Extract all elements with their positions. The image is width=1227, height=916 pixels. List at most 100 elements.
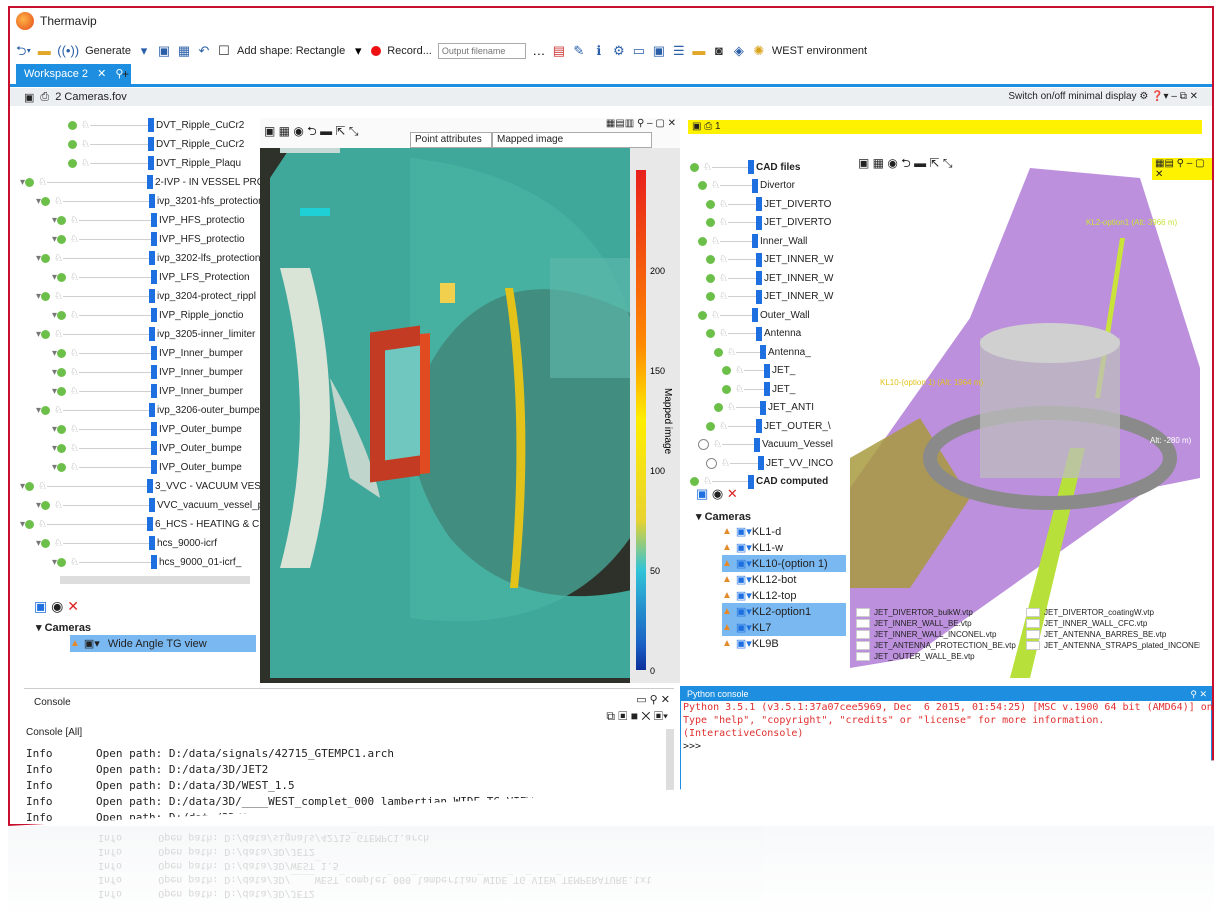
- visibility-icon[interactable]: [722, 384, 731, 394]
- rectangle-icon[interactable]: ☐: [217, 43, 231, 59]
- visibility-icon[interactable]: [706, 329, 715, 338]
- cad-tree-item[interactable]: ♘ JET_INNER_W: [706, 288, 833, 306]
- camera-item[interactable]: ▲ ▣▾ KL1-d: [722, 523, 846, 540]
- camera-item[interactable]: ▲ ▣▾ KL9B: [722, 635, 846, 652]
- tree-scrollbar[interactable]: [60, 576, 250, 584]
- delete-icon[interactable]: ✕: [727, 486, 738, 501]
- visibility-icon[interactable]: [68, 158, 77, 168]
- view-window-controls[interactable]: ▦▤▥ ⚲ – ▢ ✕: [606, 118, 676, 129]
- tree-item[interactable]: ▾ ♘ ivp_3201-hfs_protection: [36, 192, 264, 210]
- console-filter[interactable]: Console [All]: [26, 727, 82, 738]
- visibility-icon[interactable]: [57, 215, 67, 225]
- tree-item[interactable]: ▾ ♘ ivp_3202-lfs_protection: [36, 249, 260, 267]
- visibility-icon[interactable]: [57, 348, 67, 358]
- tree-item[interactable]: ▾ ♘ 3_VVC - VACUUM VESSEL: [20, 477, 280, 495]
- lock-icon[interactable]: ♘: [54, 405, 63, 416]
- open-menu-icon[interactable]: ⮌▾: [16, 43, 31, 59]
- cad-tree-item[interactable]: ♘ JET_ANTI: [714, 399, 814, 417]
- lock-icon[interactable]: ♘: [711, 180, 720, 191]
- tree-item[interactable]: ♘ DVT_Ripple_CuCr2: [68, 135, 244, 153]
- cad-tree-item[interactable]: ♘ Antenna: [706, 325, 801, 343]
- minimize-icon[interactable]: –: [1171, 91, 1177, 102]
- tree-item[interactable]: ▾ ♘ ivp_3206-outer_bumpe: [36, 401, 260, 419]
- camera-menu-icon[interactable]: ▣▾: [84, 637, 100, 650]
- cad-tree-item[interactable]: ♘ JET_VV_INCO: [706, 454, 833, 472]
- save-icon[interactable]: ▣: [692, 121, 701, 132]
- left-3d-view[interactable]: 200 150 100 50 0 Mapped image ▣ ▦ ◉ ⮌ ▬ ⇱ ⤡ …: [260, 118, 680, 683]
- cad-tree-item[interactable]: ♘ Vacuum_Vessel: [698, 436, 833, 454]
- tree-item[interactable]: ▾ ♘ IVP_Ripple_jonctio: [52, 306, 244, 324]
- legend-item[interactable]: JET_OUTER_WALL_BE.vtp: [856, 652, 975, 661]
- close-icon[interactable]: ✕: [1190, 91, 1198, 102]
- cad-tree-item[interactable]: ♘ JET_DIVERTO: [706, 195, 831, 213]
- visibility-icon[interactable]: [41, 538, 51, 548]
- tree-item[interactable]: ▾ ♘ IVP_Inner_bumper: [52, 382, 243, 400]
- info-icon[interactable]: ℹ: [592, 43, 606, 59]
- lock-icon[interactable]: ♘: [54, 253, 63, 264]
- lock-icon[interactable]: ♘: [70, 272, 79, 283]
- lock-icon[interactable]: ♘: [70, 424, 79, 435]
- lock-icon[interactable]: ♘: [70, 462, 79, 473]
- point-attributes-select[interactable]: Point attributes: [410, 132, 492, 148]
- close-icon[interactable]: ✕: [97, 68, 106, 80]
- camera-item[interactable]: ▲ ▣▾ KL10-(option 1): [722, 555, 846, 572]
- camera-menu-icon[interactable]: ▣▾: [736, 605, 752, 618]
- lock-icon[interactable]: ♘: [711, 236, 720, 247]
- lock-icon[interactable]: ♘: [719, 199, 728, 210]
- tree-item[interactable]: ▾ ♘ hcs_9000_01-icrf_: [52, 553, 241, 571]
- cad-tree-item[interactable]: ♘ JET_OUTER_\: [706, 417, 831, 435]
- save-icon[interactable]: ▣: [696, 486, 708, 501]
- tree-item[interactable]: ▾ ♘ IVP_Outer_bumpe: [52, 420, 242, 438]
- save-icon[interactable]: ▣: [157, 43, 171, 59]
- settings-icon[interactable]: ⚙: [612, 43, 626, 59]
- camera-menu-icon[interactable]: ▣▾: [736, 621, 752, 634]
- record-icon[interactable]: [371, 46, 382, 56]
- file-icon[interactable]: ▤: [552, 43, 566, 59]
- save-icon[interactable]: ▣: [34, 598, 47, 614]
- visibility-icon[interactable]: [698, 439, 709, 450]
- lock-icon[interactable]: ♘: [70, 234, 79, 245]
- eye-icon[interactable]: ◉: [712, 486, 723, 501]
- print-icon[interactable]: ⎙: [40, 91, 49, 104]
- chevron-down-icon[interactable]: ▾: [137, 43, 151, 59]
- cad-tree-item[interactable]: ♘ Inner_Wall: [698, 232, 807, 250]
- more-icon[interactable]: …: [532, 43, 546, 59]
- tree-item[interactable]: ▾ ♘ ivp_3204-protect_rippl: [36, 287, 256, 305]
- lock-icon[interactable]: ♘: [70, 215, 79, 226]
- player-header[interactable]: ▣ ⎙ 1: [688, 120, 1202, 134]
- tree-item[interactable]: ▾ ♘ IVP_Inner_bumper: [52, 344, 243, 362]
- legend-item[interactable]: JET_INNER_WALL_CFC.vtp: [1026, 619, 1147, 628]
- visibility-icon[interactable]: [57, 557, 67, 567]
- add-tab-icon[interactable]: +: [122, 67, 129, 81]
- visibility-icon[interactable]: [41, 253, 51, 263]
- visibility-icon[interactable]: [706, 421, 715, 431]
- lock-icon[interactable]: ♘: [719, 421, 728, 432]
- lock-icon[interactable]: ♘: [70, 443, 79, 454]
- visibility-icon[interactable]: [25, 177, 35, 187]
- python-console[interactable]: Python console ⚲ ✕ Python 3.5.1 (v3.5.1:…: [680, 686, 1212, 808]
- pen-icon[interactable]: ✎: [572, 43, 586, 59]
- lock-icon[interactable]: ♘: [719, 273, 728, 284]
- lock-icon[interactable]: ♘: [719, 291, 728, 302]
- lock-icon[interactable]: ♘: [719, 328, 728, 339]
- camera-item-wide-angle[interactable]: ▲ ▣▾ Wide Angle TG view: [70, 635, 256, 652]
- lock-icon[interactable]: ♘: [38, 519, 47, 530]
- right-view-icons[interactable]: ▣ ▦ ◉ ⮌ ▬ ⇱ ⤡: [858, 154, 952, 175]
- visibility-icon[interactable]: [706, 457, 717, 469]
- visibility-icon[interactable]: [722, 366, 731, 375]
- add-shape-button[interactable]: Add shape: Rectangle: [237, 45, 345, 57]
- cad-tree-item[interactable]: ♘ JET_INNER_W: [706, 269, 833, 287]
- visibility-icon[interactable]: [41, 329, 51, 339]
- visibility-icon[interactable]: [41, 500, 51, 510]
- screen-icon[interactable]: ▭: [632, 43, 646, 59]
- lock-icon[interactable]: ♘: [70, 386, 79, 397]
- grid-icon[interactable]: ▦: [177, 43, 191, 59]
- lock-icon[interactable]: ♘: [81, 120, 90, 131]
- minimal-display-control[interactable]: Switch on/off minimal display ⚙ ❓▾ – ⧉ ✕: [1008, 88, 1198, 106]
- tree-item[interactable]: ▾ ♘ ivp_3205-inner_limiter: [36, 325, 255, 343]
- python-icon[interactable]: ◈: [732, 43, 746, 59]
- cad-tree-item[interactable]: ♘ JET_DIVERTO: [706, 214, 831, 232]
- list-icon[interactable]: ☰: [672, 43, 686, 59]
- tree-item[interactable]: ▾ ♘ IVP_Inner_bumper: [52, 363, 243, 381]
- legend-item[interactable]: JET_INNER_WALL_BE.vtp: [856, 619, 972, 628]
